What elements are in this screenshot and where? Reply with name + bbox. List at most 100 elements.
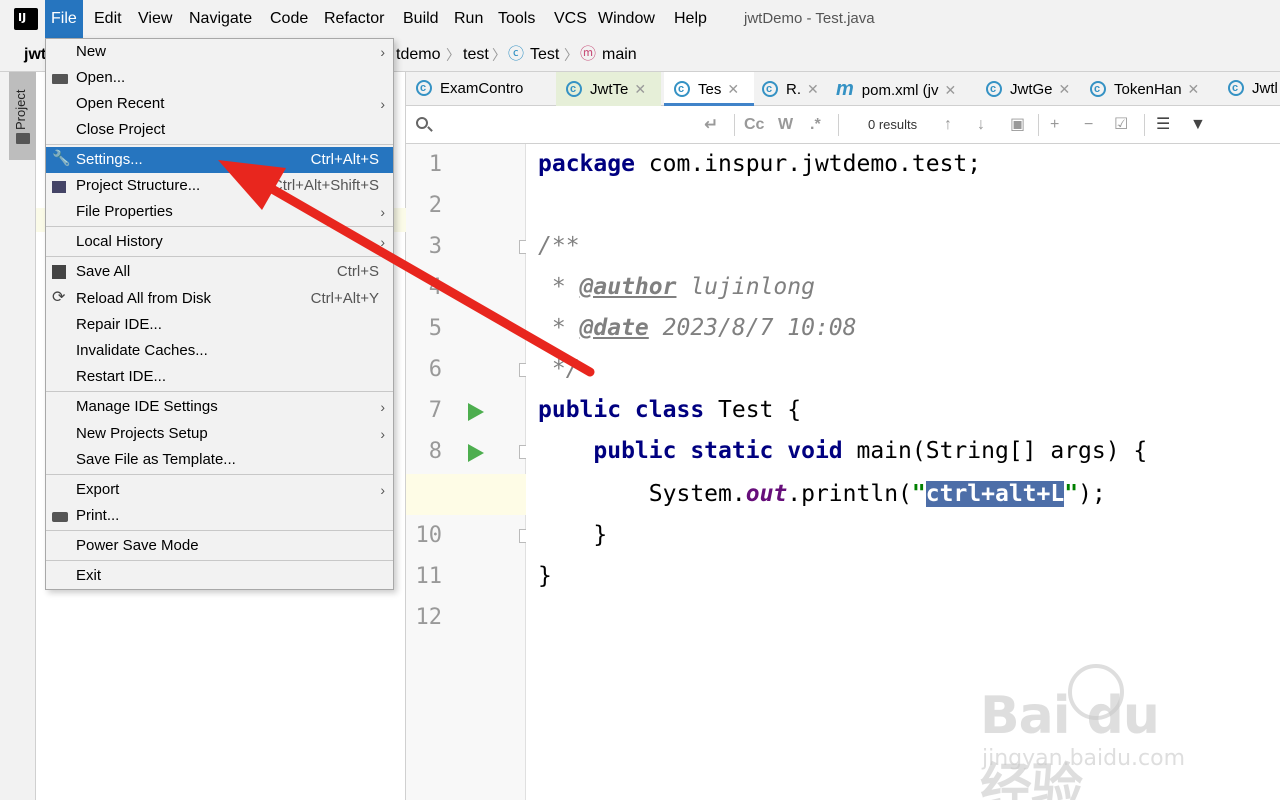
menu-edit[interactable]: Edit — [88, 0, 128, 38]
run-class-icon[interactable] — [468, 403, 484, 421]
submenu-arrow-icon: › — [380, 482, 385, 498]
submenu-arrow-icon: › — [380, 399, 385, 415]
code-line-8: public static void main(String[] args) { — [593, 438, 1148, 464]
menu-item-power-save-mode[interactable]: Power Save Mode — [46, 533, 393, 559]
breadcrumb-method[interactable]: main — [602, 38, 637, 72]
class-icon — [674, 72, 690, 103]
breadcrumb-package[interactable]: test — [463, 38, 489, 72]
tab-jwtgenerator[interactable]: JwtGe✕ — [986, 72, 1086, 106]
menu-navigate[interactable]: Navigate — [183, 0, 258, 38]
class-icon — [566, 72, 582, 106]
menu-file[interactable]: File — [45, 0, 83, 38]
breadcrumb-project[interactable]: jwt — [24, 38, 46, 72]
submenu-arrow-icon: › — [380, 234, 385, 250]
menu-item-local-history[interactable]: Local History › — [46, 229, 393, 255]
breadcrumb-class[interactable]: Test — [530, 38, 559, 72]
breadcrumb-separator-icon: 〉 — [492, 47, 506, 63]
filter-icon[interactable]: ▼ — [1190, 106, 1206, 144]
menu-item-restart-ide[interactable]: Restart IDE... — [46, 364, 393, 390]
filter-options-icon[interactable]: ☰ — [1156, 106, 1170, 144]
close-icon[interactable]: ✕ — [807, 81, 819, 97]
class-icon — [416, 72, 432, 105]
menu-help[interactable]: Help — [668, 0, 713, 38]
close-icon[interactable]: ✕ — [634, 81, 646, 97]
watermark: Bai du 经验 jingyan.baidu.com — [980, 660, 1220, 800]
menu-code[interactable]: Code — [264, 0, 314, 38]
close-icon[interactable]: ✕ — [944, 82, 956, 98]
tab-tokenhandler[interactable]: TokenHan✕ — [1090, 72, 1214, 106]
menu-item-export[interactable]: Export › — [46, 477, 393, 503]
save-icon — [52, 265, 66, 279]
menu-item-new[interactable]: New › — [46, 39, 393, 65]
menu-run[interactable]: Run — [448, 0, 489, 38]
menu-item-print[interactable]: Print... — [46, 503, 393, 529]
divider — [838, 114, 839, 136]
menu-window[interactable]: Window — [592, 0, 661, 38]
remove-selection-icon[interactable]: − — [1084, 106, 1093, 144]
menu-item-exit[interactable]: Exit — [46, 563, 393, 589]
menu-refactor[interactable]: Refactor — [318, 0, 390, 38]
menu-item-manage-ide-settings[interactable]: Manage IDE Settings › — [46, 394, 393, 420]
method-icon: ⓜ — [580, 46, 597, 63]
menu-item-save-all[interactable]: Save All Ctrl+S — [46, 259, 393, 285]
reload-icon: ⟳ — [52, 289, 66, 306]
tab-jwtl[interactable]: Jwtl — [1228, 72, 1280, 106]
menu-separator — [46, 256, 393, 257]
code-line-1: package com.inspur.jwtdemo.test; — [538, 151, 982, 177]
close-icon[interactable]: ✕ — [1188, 81, 1200, 97]
class-icon: ⓒ — [508, 46, 525, 63]
menu-tools[interactable]: Tools — [492, 0, 541, 38]
class-icon — [1228, 72, 1244, 105]
menu-view[interactable]: View — [132, 0, 178, 38]
menu-item-close-project[interactable]: Close Project — [46, 117, 393, 143]
regex-button[interactable]: .* — [810, 106, 821, 144]
add-selection-icon[interactable]: + — [1050, 106, 1059, 144]
menu-item-new-projects-setup[interactable]: New Projects Setup › — [46, 421, 393, 447]
project-tool-button[interactable]: Project — [9, 72, 36, 160]
whole-words-button[interactable]: W — [778, 106, 793, 144]
tab-r[interactable]: R.✕ — [762, 72, 832, 106]
folder-icon — [16, 133, 30, 144]
menu-item-settings[interactable]: 🔧 Settings... Ctrl+Alt+S — [46, 147, 393, 173]
editor-gutter: 1 2 3 4 5 6 7 8 9 10 11 12 — [406, 144, 533, 800]
menu-separator — [46, 226, 393, 227]
line-number: 8 — [428, 439, 442, 464]
class-icon — [1090, 72, 1106, 106]
intellij-logo-icon: IJ — [14, 8, 38, 30]
tab-test[interactable]: Tes✕ — [664, 72, 754, 106]
code-line-4: * @author lujinlong — [538, 274, 815, 300]
menu-item-open[interactable]: Open... — [46, 65, 393, 91]
close-icon[interactable]: ✕ — [727, 81, 739, 97]
find-bar: ↵ Cc W .* 0 results ↑ ↓ ▣ + − ☑ ☰ ▼ — [406, 106, 1280, 144]
menu-vcs[interactable]: VCS — [548, 0, 593, 38]
search-icon[interactable] — [416, 117, 428, 129]
current-line-gutter — [406, 474, 526, 515]
menu-item-file-properties[interactable]: File Properties › — [46, 199, 393, 225]
code-line-6: */ — [538, 356, 580, 382]
select-all-occurrences-icon[interactable]: ▣ — [1010, 106, 1025, 144]
code-line-5: * @date 2023/8/7 10:08 — [538, 315, 857, 341]
menu-item-invalidate-caches[interactable]: Invalidate Caches... — [46, 338, 393, 364]
watermark-text: Bai du 经验 — [980, 686, 1160, 800]
left-tool-strip — [0, 72, 36, 800]
match-case-button[interactable]: Cc — [744, 106, 764, 144]
menu-item-reload-all[interactable]: ⟳ Reload All from Disk Ctrl+Alt+Y — [46, 286, 393, 312]
enter-icon[interactable]: ↵ — [704, 106, 718, 144]
menu-separator — [46, 560, 393, 561]
tab-pom-xml[interactable]: m pom.xml (jv ✕ — [836, 72, 972, 106]
menu-item-save-as-template[interactable]: Save File as Template... — [46, 447, 393, 473]
file-menu-dropdown: New › Open... Open Recent › Close Project … — [45, 38, 394, 590]
close-icon[interactable]: ✕ — [1059, 81, 1071, 97]
previous-occurrence-icon[interactable]: ↑ — [944, 106, 952, 144]
run-main-icon[interactable] — [468, 444, 484, 462]
line-number: 10 — [415, 523, 443, 548]
select-all-icon[interactable]: ☑ — [1114, 106, 1128, 144]
next-occurrence-icon[interactable]: ↓ — [977, 106, 985, 144]
menu-item-repair-ide[interactable]: Repair IDE... — [46, 312, 393, 338]
menu-item-open-recent[interactable]: Open Recent › — [46, 91, 393, 117]
tab-jwttest[interactable]: JwtTe✕ — [556, 72, 661, 106]
menu-item-project-structure[interactable]: Project Structure... Ctrl+Alt+Shift+S — [46, 173, 393, 199]
menu-build[interactable]: Build — [397, 0, 445, 38]
tab-examcontroller[interactable]: ExamContro — [416, 72, 556, 106]
breadcrumb-module[interactable]: tdemo — [396, 38, 440, 72]
